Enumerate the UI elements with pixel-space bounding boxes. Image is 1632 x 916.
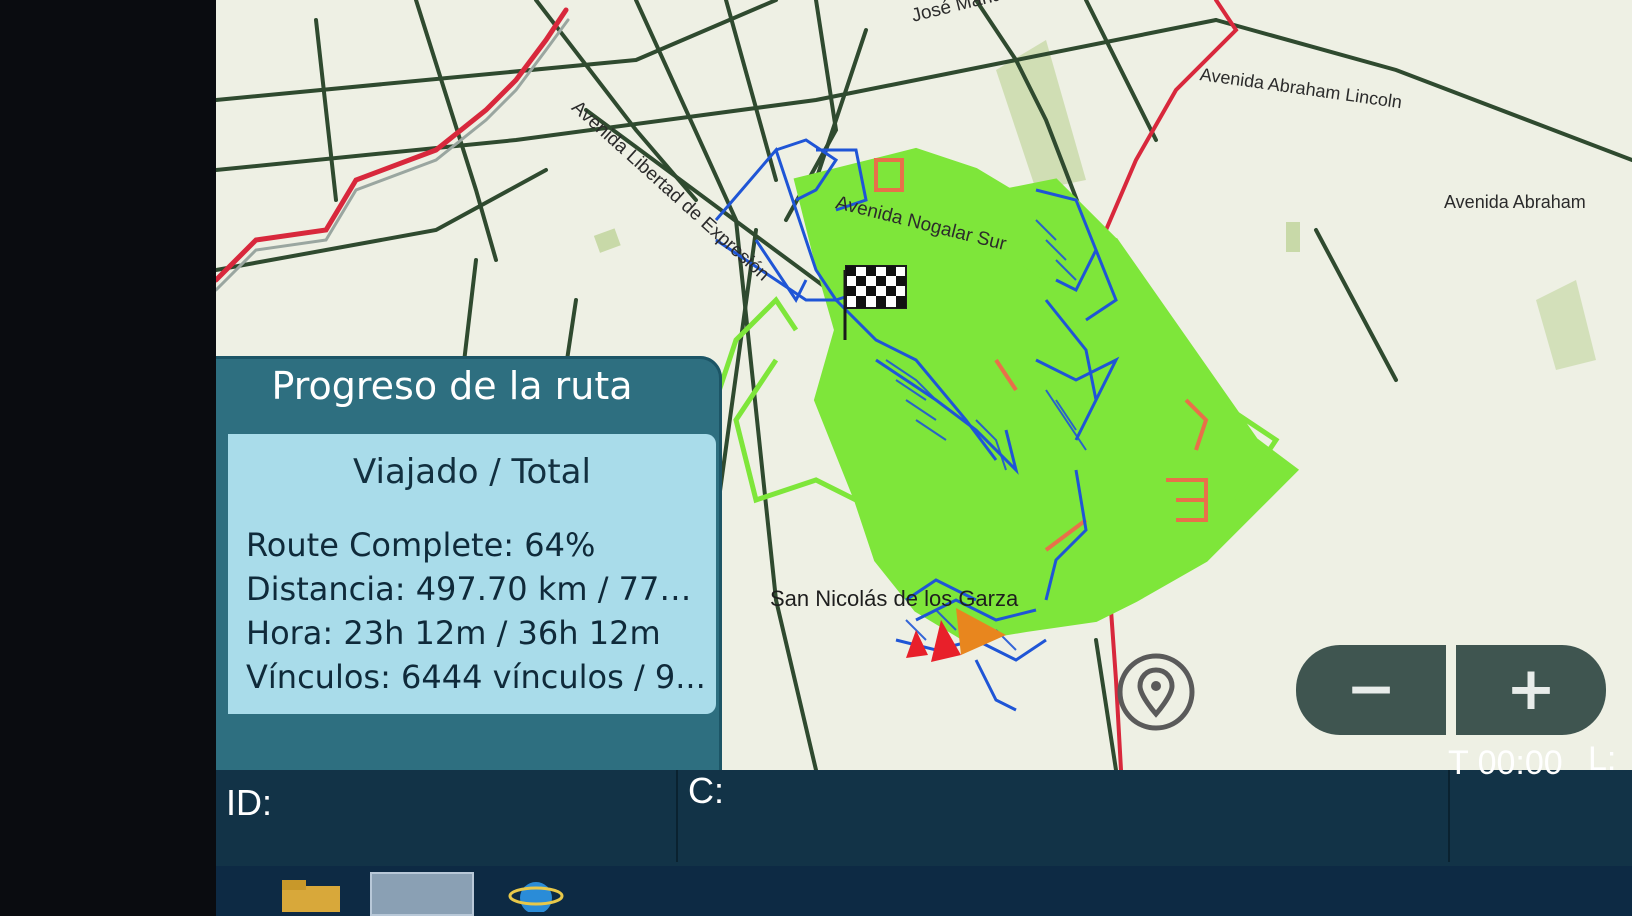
time-row: Hora: 23h 12m / 36h 12m [246,614,661,652]
navigation-screen: José Mariano Avenida Abraham Lincoln Ave… [216,0,1632,916]
street-label-abraham: Avenida Abraham [1444,192,1586,212]
panel-subtitle: Viajado / Total [353,452,591,492]
route-complete-row: Route Complete: 64% [246,526,596,564]
zoom-in-button[interactable]: + [1456,645,1606,735]
c-label: C: [688,770,724,811]
id-cell: ID: [216,770,678,862]
folder-icon[interactable] [276,872,346,912]
route-progress-panel: Progreso de la ruta Viajado / Total Rout… [216,356,722,794]
locate-button[interactable] [1116,652,1196,732]
id-label: ID: [226,782,273,823]
distance-row: Distancia: 497.70 km / 776... [246,570,706,608]
status-bar: ID: C: T 00:00 L: [216,740,1632,866]
timer-label: T 00:00 [1448,744,1563,782]
zoom-out-button[interactable]: − [1296,645,1446,735]
place-label-san-nicolas: San Nicolás de los Garza [770,586,1019,611]
links-row: Vínculos: 6444 vínculos / 9... [246,658,706,696]
panel-title: Progreso de la ruta [271,364,633,408]
taskbar [216,866,1632,916]
browser-icon[interactable] [506,872,566,912]
time-cell: T 00:00 L: [1448,740,1632,862]
l-label: L: [1588,740,1617,778]
panel-body: Viajado / Total Route Complete: 64% Dist… [228,434,716,714]
c-cell: C: [678,770,1450,862]
map-pin-icon [1117,653,1195,731]
window-task-button[interactable] [370,872,474,916]
